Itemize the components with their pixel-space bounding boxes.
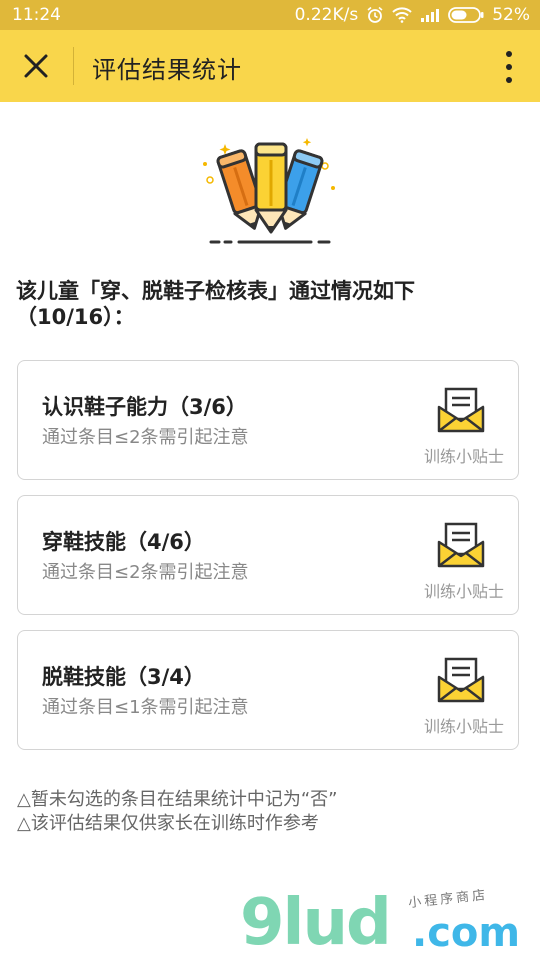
more-button[interactable]	[502, 50, 516, 84]
envelope-icon[interactable]	[436, 520, 486, 570]
page-title: 评估结果统计	[92, 56, 242, 84]
alarm-icon	[366, 6, 384, 24]
status-bar: 11:24 0.22K/s 52%	[0, 0, 540, 30]
training-tips-link[interactable]: 训练小贴士	[424, 578, 504, 602]
result-card-removing-shoes[interactable]: 脱鞋技能（3/4） 通过条目≤1条需引起注意 训练小贴士	[17, 630, 519, 750]
result-summary-heading: 该儿童「穿、脱鞋子检核表」通过情况如下（10/16）：	[16, 279, 415, 329]
close-icon	[24, 54, 48, 78]
card-note: 通过条目≤1条需引起注意	[42, 697, 249, 718]
signal-icon	[420, 8, 440, 22]
battery-percent: 52%	[492, 5, 530, 25]
card-note: 通过条目≤2条需引起注意	[42, 562, 249, 583]
wifi-icon	[392, 7, 412, 23]
watermark-domain: .com	[412, 910, 521, 956]
footnote: △该评估结果仅供家长在训练时作参考	[17, 813, 319, 834]
card-title: 穿鞋技能（4/6）	[42, 530, 205, 554]
watermark-tagline: 小程序商店	[407, 887, 489, 912]
nav-bar: 评估结果统计	[0, 30, 540, 102]
result-card-shoe-recognition[interactable]: 认识鞋子能力（3/6） 通过条目≤2条需引起注意 训练小贴士	[17, 360, 519, 480]
training-tips-link[interactable]: 训练小贴士	[424, 713, 504, 737]
card-title: 脱鞋技能（3/4）	[42, 665, 205, 689]
training-tips-link[interactable]: 训练小贴士	[424, 443, 504, 467]
battery-icon	[448, 7, 484, 23]
status-time: 11:24	[12, 5, 61, 25]
footnote: △暂未勾选的条目在结果统计中记为“否”	[17, 789, 338, 810]
envelope-icon[interactable]	[436, 655, 486, 705]
footnotes: △暂未勾选的条目在结果统计中记为“否” △该评估结果仅供家长在训练时作参考	[17, 788, 338, 836]
status-right: 0.22K/s 52%	[295, 5, 530, 25]
more-vertical-icon	[506, 51, 512, 83]
watermark-brand: 9lud	[240, 886, 392, 960]
network-speed: 0.22K/s	[294, 5, 359, 25]
card-note: 通过条目≤2条需引起注意	[42, 427, 249, 448]
result-card-wearing-shoes[interactable]: 穿鞋技能（4/6） 通过条目≤2条需引起注意 训练小贴士	[17, 495, 519, 615]
close-button[interactable]	[18, 48, 54, 84]
card-title: 认识鞋子能力（3/6）	[42, 395, 247, 419]
pencils-illustration	[195, 130, 345, 250]
watermark: 9lud 小程序商店 .com	[240, 880, 540, 960]
envelope-icon[interactable]	[436, 385, 486, 435]
nav-divider	[73, 47, 74, 85]
